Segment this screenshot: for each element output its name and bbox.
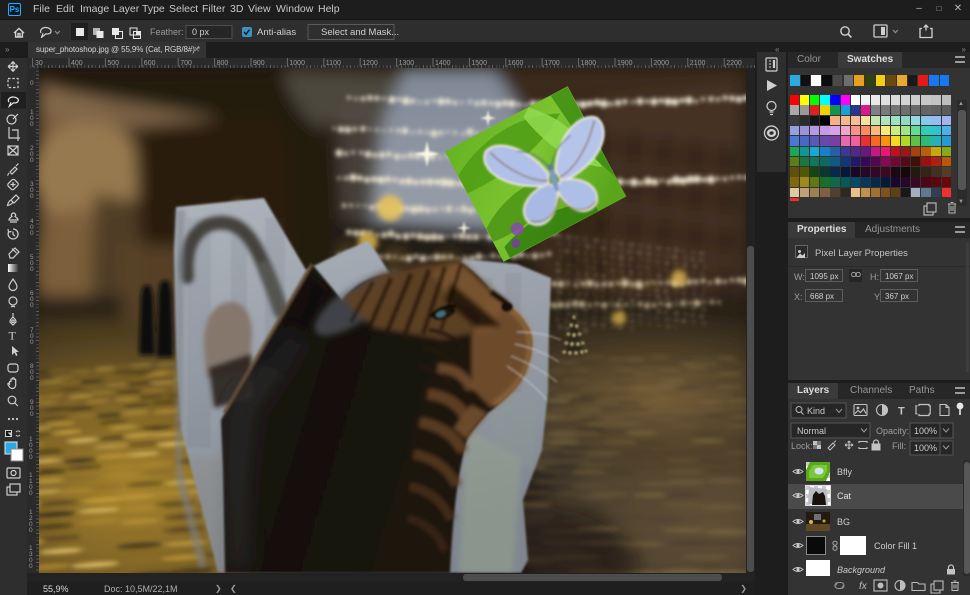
svg-text:1500: 1500 bbox=[471, 60, 487, 67]
svg-text:0 px: 0 px bbox=[192, 27, 210, 37]
svg-text:0: 0 bbox=[29, 527, 33, 534]
svg-text:T: T bbox=[898, 406, 905, 418]
svg-text:1400: 1400 bbox=[435, 60, 451, 67]
svg-text:0: 0 bbox=[30, 339, 34, 346]
svg-text:2000: 2000 bbox=[653, 60, 669, 67]
svg-text:0: 0 bbox=[30, 375, 34, 382]
svg-text:0: 0 bbox=[30, 80, 34, 87]
svg-text:500: 500 bbox=[107, 60, 119, 67]
svg-text:100%: 100% bbox=[914, 426, 937, 436]
svg-text:Fill:: Fill: bbox=[892, 441, 906, 451]
svg-text:0: 0 bbox=[30, 157, 34, 164]
svg-text:Kind: Kind bbox=[807, 406, 825, 416]
svg-text:Normal: Normal bbox=[797, 426, 826, 436]
svg-text:0: 0 bbox=[30, 193, 34, 200]
svg-text:1600: 1600 bbox=[508, 60, 524, 67]
svg-text:2200: 2200 bbox=[726, 60, 742, 67]
svg-text:1900: 1900 bbox=[617, 60, 633, 67]
svg-text:Anti-alias: Anti-alias bbox=[257, 27, 296, 38]
svg-text:fx: fx bbox=[859, 581, 868, 592]
svg-text:1700: 1700 bbox=[544, 60, 560, 67]
svg-text:1000: 1000 bbox=[289, 60, 305, 67]
svg-text:2100: 2100 bbox=[690, 60, 706, 67]
svg-text:1800: 1800 bbox=[581, 60, 597, 67]
svg-text:Select and Mask...: Select and Mask... bbox=[321, 27, 399, 38]
svg-text:0: 0 bbox=[30, 230, 34, 237]
svg-text:Opacity:: Opacity: bbox=[876, 426, 909, 436]
svg-text:Feather:: Feather: bbox=[150, 27, 184, 37]
svg-text:100%: 100% bbox=[914, 443, 937, 453]
svg-text:700: 700 bbox=[180, 60, 192, 67]
svg-text:0: 0 bbox=[29, 490, 33, 497]
svg-text:0: 0 bbox=[29, 563, 33, 570]
svg-text:0: 0 bbox=[30, 266, 34, 273]
svg-text:1100: 1100 bbox=[326, 60, 341, 67]
svg-text:400: 400 bbox=[71, 60, 83, 67]
svg-text:0: 0 bbox=[30, 411, 34, 418]
svg-text:Lock:: Lock: bbox=[791, 441, 813, 451]
svg-text:600: 600 bbox=[144, 60, 156, 67]
svg-text:0: 0 bbox=[29, 454, 33, 461]
svg-text:T: T bbox=[9, 329, 17, 343]
svg-text:800: 800 bbox=[217, 60, 229, 67]
svg-text:30: 30 bbox=[35, 60, 43, 67]
svg-text:1200: 1200 bbox=[362, 60, 378, 67]
svg-text:1300: 1300 bbox=[399, 60, 415, 67]
svg-text:0: 0 bbox=[30, 121, 34, 128]
svg-text:0: 0 bbox=[30, 302, 34, 309]
svg-text:900: 900 bbox=[253, 60, 265, 67]
